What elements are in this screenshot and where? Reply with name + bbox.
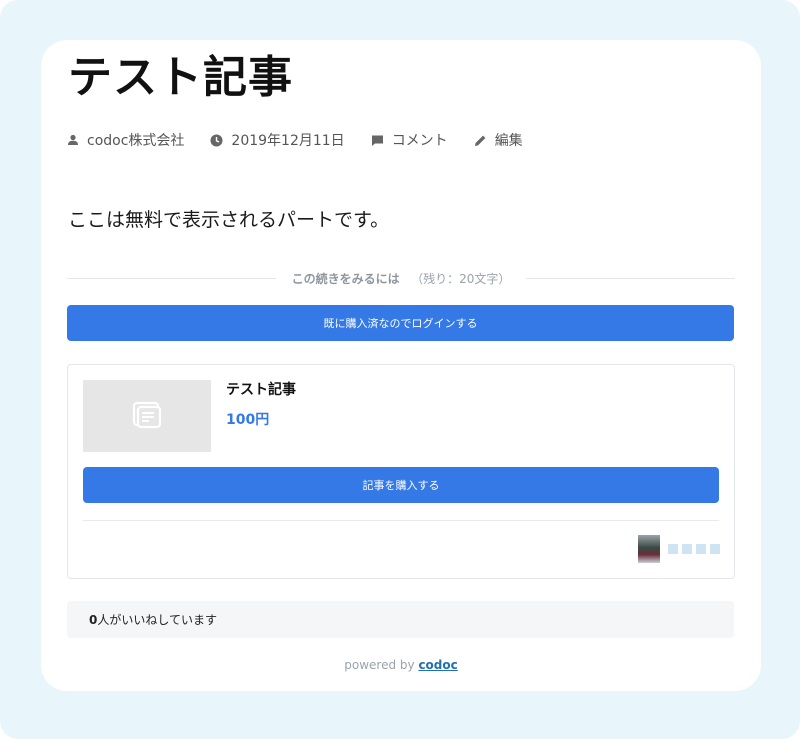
comment-link[interactable]: コメント [392, 130, 448, 150]
product-separator [83, 520, 719, 521]
user-icon [68, 134, 78, 145]
comment-icon [371, 135, 383, 146]
meta-date: 2019年12月11日 [210, 130, 345, 150]
meta-comment: コメント [371, 130, 448, 150]
product-thumbnail [83, 380, 211, 452]
codoc-link[interactable]: codoc [418, 658, 457, 672]
product-title: テスト記事 [226, 382, 296, 398]
article-free-text: ここは無料で表示されるパートです。 [68, 209, 390, 231]
powered-by: powered by codoc [41, 658, 761, 672]
likes-suffix: 人がいいねしています [97, 613, 218, 627]
author-name-blurred [668, 544, 720, 554]
avatar [638, 535, 660, 563]
article-meta: codoc株式会社 2019年12月11日 コメント 編集 [67, 130, 549, 150]
likes-text: 0人がいいねしています [67, 611, 217, 628]
clock-icon [210, 134, 223, 146]
meta-author: codoc株式会社 [67, 130, 184, 150]
meta-edit: 編集 [474, 130, 523, 150]
likes-bar: 0人がいいねしています [67, 601, 734, 638]
remaining-chars: （残り：20文字） [411, 271, 511, 286]
paywall-label: この続きをみるには （残り：20文字） [276, 270, 527, 287]
author-info[interactable] [638, 535, 720, 563]
login-button[interactable]: 既に購入済なのでログインする [67, 305, 734, 341]
continue-label: この続きをみるには [291, 271, 400, 286]
author-link[interactable]: codoc株式会社 [87, 130, 184, 150]
edit-link[interactable]: 編集 [495, 130, 523, 150]
pencil-icon [474, 135, 486, 146]
powered-by-text: powered by [344, 658, 415, 672]
document-icon [132, 401, 162, 429]
article-title: テスト記事 [68, 52, 293, 103]
page-background: テスト記事 codoc株式会社 2019年12月11日 コメント 編集 ここは無… [0, 0, 800, 739]
paywall-divider: この続きをみるには （残り：20文字） [67, 266, 735, 290]
product-price: 100円 [226, 412, 270, 428]
date-link[interactable]: 2019年12月11日 [231, 130, 344, 150]
buy-button[interactable]: 記事を購入する [83, 467, 719, 503]
product-box: テスト記事 100円 記事を購入する [67, 364, 735, 579]
divider-line-right [526, 277, 735, 279]
divider-line-left [67, 277, 276, 279]
article-card: テスト記事 codoc株式会社 2019年12月11日 コメント 編集 ここは無… [41, 40, 761, 691]
